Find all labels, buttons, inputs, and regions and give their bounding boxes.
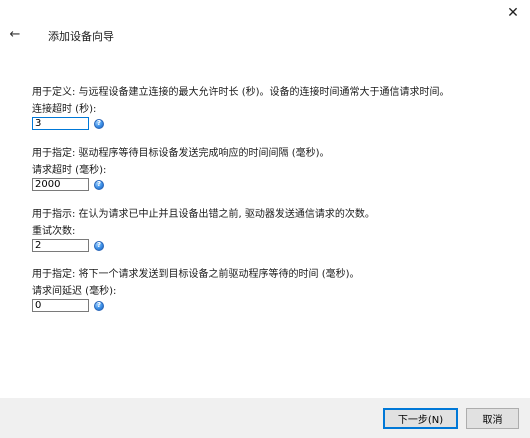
request-delay-input[interactable] <box>32 299 89 312</box>
field-description: 用于指定: 驱动程序等待目标设备发送完成响应的时间间隔 (毫秒)。 <box>32 148 330 159</box>
field-group-request-timeout: 用于指定: 驱动程序等待目标设备发送完成响应的时间间隔 (毫秒)。 请求超时 (… <box>32 147 502 192</box>
wizard-title: 添加设备向导 <box>48 30 114 43</box>
close-button[interactable]: ✕ <box>496 0 530 26</box>
back-arrow-icon: ← <box>9 26 21 42</box>
close-icon: ✕ <box>507 5 519 21</box>
next-button[interactable]: 下一步(N) <box>383 408 458 429</box>
field-group-request-delay: 用于指定: 将下一个请求发送到目标设备之前驱动程序等待的时间 (毫秒)。 请求间… <box>32 268 502 313</box>
field-label: 请求间延迟 (毫秒): <box>32 286 117 297</box>
help-icon[interactable]: ? <box>94 179 104 190</box>
request-timeout-input[interactable] <box>32 178 89 191</box>
connect-timeout-input[interactable] <box>32 117 89 130</box>
field-group-retry-count: 用于指示: 在认为请求已中止并且设备出错之前, 驱动器发送通信请求的次数。 重试… <box>32 208 502 253</box>
wizard-footer: 下一步(N) 取消 <box>0 398 530 438</box>
field-description: 用于指示: 在认为请求已中止并且设备出错之前, 驱动器发送通信请求的次数。 <box>32 209 375 220</box>
help-icon[interactable]: ? <box>94 300 104 311</box>
field-group-connect-timeout: 用于定义: 与远程设备建立连接的最大允许时长 (秒)。设备的连接时间通常大于通信… <box>32 86 502 131</box>
field-description: 用于定义: 与远程设备建立连接的最大允许时长 (秒)。设备的连接时间通常大于通信… <box>32 87 450 98</box>
help-icon[interactable]: ? <box>94 118 104 129</box>
retry-count-input[interactable] <box>32 239 89 252</box>
help-icon[interactable]: ? <box>94 240 104 251</box>
back-button[interactable]: ← <box>5 26 25 42</box>
cancel-button[interactable]: 取消 <box>466 408 519 429</box>
field-label: 重试次数: <box>32 226 76 237</box>
field-description: 用于指定: 将下一个请求发送到目标设备之前驱动程序等待的时间 (毫秒)。 <box>32 269 360 280</box>
field-label: 请求超时 (毫秒): <box>32 165 107 176</box>
field-label: 连接超时 (秒): <box>32 104 97 115</box>
